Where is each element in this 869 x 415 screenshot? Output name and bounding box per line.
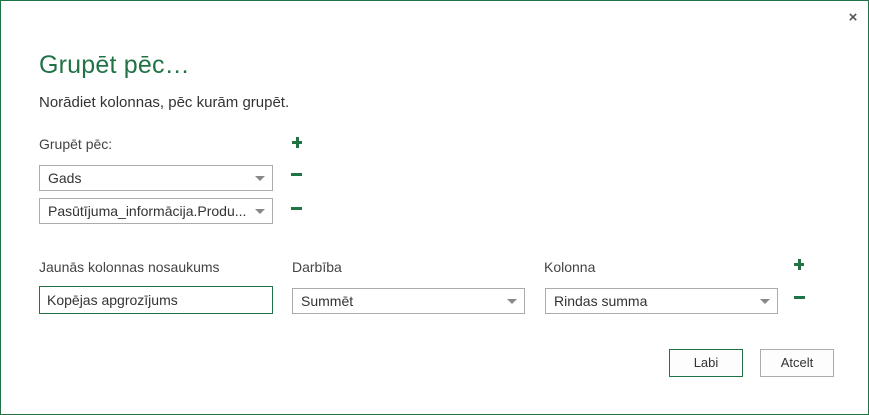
close-icon[interactable]: × [844,9,862,27]
dialog-subtitle: Norādiet kolonnas, pēc kurām grupēt. [39,94,290,111]
add-aggregation-plus-icon[interactable] [792,257,808,273]
column-header: Kolonna [544,259,596,275]
chevron-down-icon [507,299,517,304]
new-column-name-input[interactable]: Kopējas apgrozījums [39,286,273,314]
remove-aggregation-minus-icon[interactable] [793,290,809,306]
dialog-title: Grupēt pēc… [39,51,190,79]
operation-select-value: Summēt [301,293,354,309]
cancel-button[interactable]: Atcelt [760,349,834,377]
group-by-dialog: × Grupēt pēc… Norādiet kolonnas, pēc kur… [0,0,869,415]
chevron-down-icon [760,299,770,304]
column-select[interactable]: Rindas summa [545,288,778,314]
remove-grouping-2-minus-icon[interactable] [290,201,306,217]
remove-grouping-1-minus-icon[interactable] [290,167,306,183]
group-by-select-1-value: Gads [48,170,82,186]
group-by-label: Grupēt pēc: [39,136,113,152]
ok-button[interactable]: Labi [669,349,743,377]
operation-header: Darbība [292,259,342,275]
chevron-down-icon [255,209,265,214]
operation-select[interactable]: Summēt [292,288,525,314]
add-grouping-plus-icon[interactable] [290,135,306,151]
group-by-select-1[interactable]: Gads [39,165,273,191]
column-select-value: Rindas summa [554,293,648,309]
chevron-down-icon [255,176,265,181]
group-by-select-2[interactable]: Pasūtījuma_informācija.Produ... [39,198,273,224]
group-by-select-2-value: Pasūtījuma_informācija.Produ... [48,203,247,219]
new-column-name-header: Jaunās kolonnas nosaukums [39,259,220,275]
